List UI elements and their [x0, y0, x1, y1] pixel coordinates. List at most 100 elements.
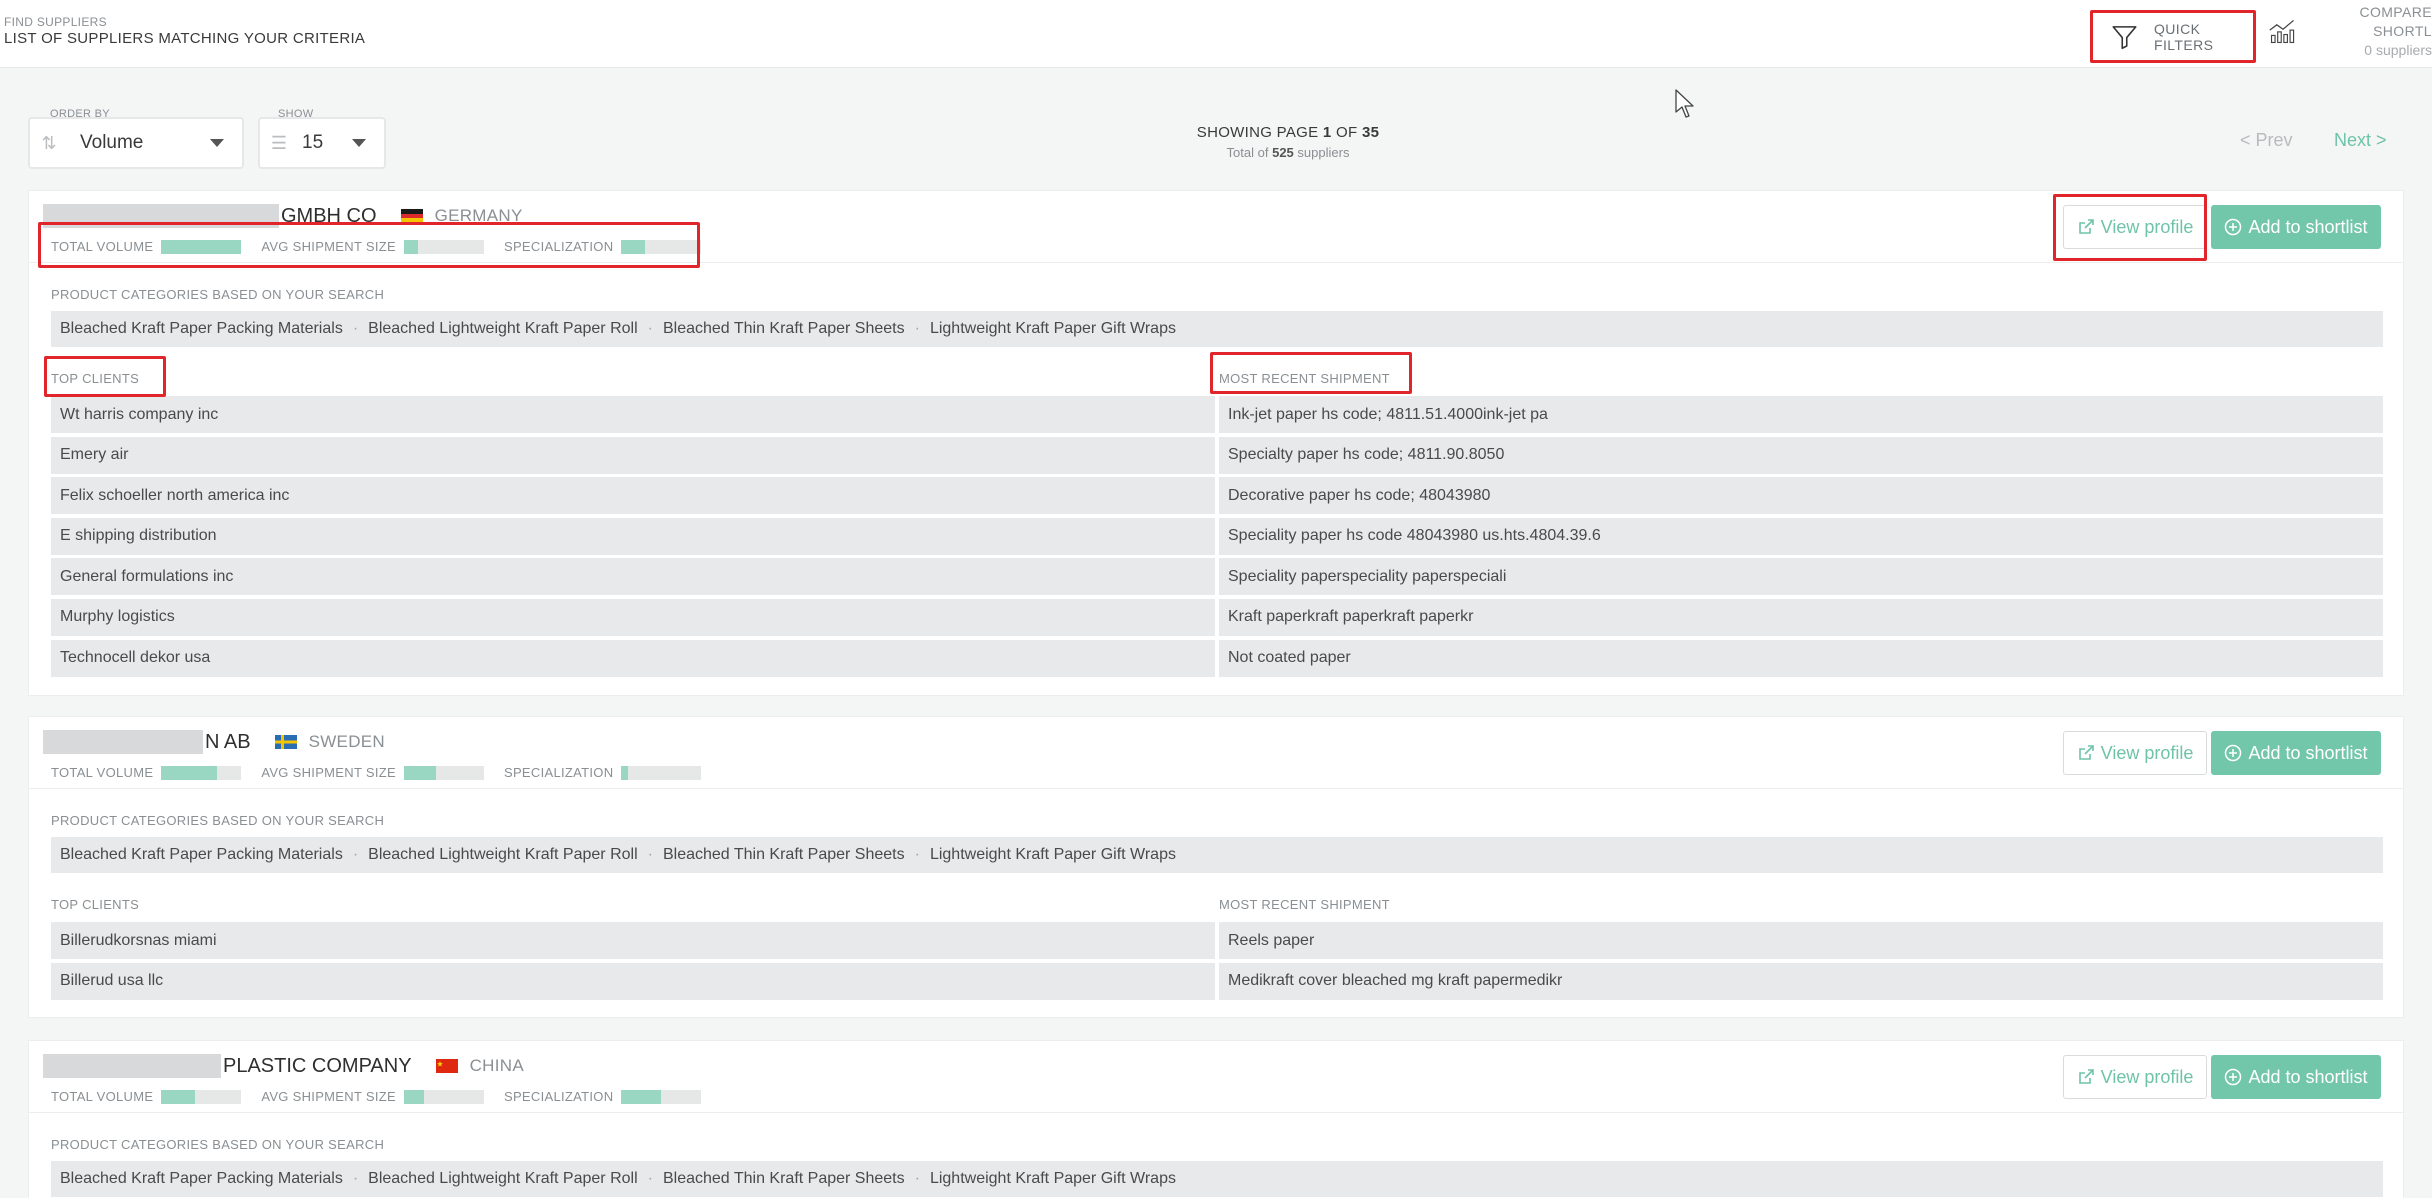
plus-circle-icon — [2225, 218, 2242, 236]
china-flag-icon — [435, 1059, 458, 1073]
category-item: Bleached Kraft Paper Packing Materials — [60, 320, 343, 337]
top-header: FIND SUPPLIERS LIST OF SUPPLIERS MATCHIN… — [0, 0, 2432, 68]
category-item: Bleached Lightweight Kraft Paper Roll — [368, 1170, 638, 1187]
supplier-card: N AB SWEDEN TOTAL VOLUME AVG SHIPMENT SI… — [28, 716, 2404, 1018]
table-row: Wt harris company inc — [51, 396, 1215, 433]
plus-circle-icon — [2225, 1068, 2242, 1086]
compare-shortlist-button[interactable]: COMPARE SHORTL 0 suppliers — [2268, 4, 2432, 58]
category-separator: · — [647, 1170, 653, 1187]
add-to-shortlist-button[interactable]: Add to shortlist — [2211, 205, 2381, 249]
plus-circle-icon — [2225, 744, 2242, 762]
avg-shipment-size-bar — [403, 1089, 484, 1104]
table-row: Not coated paper — [1219, 639, 2383, 677]
top-clients-list: Billerudkorsnas miami Billerud usa llc — [51, 922, 1215, 1003]
total-volume-label: TOTAL VOLUME — [51, 1089, 154, 1104]
redacted-name — [43, 730, 203, 754]
view-profile-button[interactable]: View profile — [2063, 731, 2207, 775]
top-clients-label: TOP CLIENTS — [51, 897, 140, 912]
product-categories: Bleached Kraft Paper Packing Materials · B… — [51, 311, 2383, 347]
quick-filters-label: QUICK FILTERS — [2154, 20, 2214, 53]
supplier-name[interactable]: N AB — [205, 731, 251, 754]
supplier-metrics: TOTAL VOLUME AVG SHIPMENT SIZE SPECIALIZ… — [51, 1089, 721, 1104]
category-separator: · — [647, 320, 653, 337]
supplier-country: CHINA — [469, 1056, 524, 1075]
compare-chart-icon — [2269, 19, 2295, 44]
external-link-icon — [2078, 745, 2094, 760]
quick-filters-button[interactable]: QUICK FILTERS — [2090, 10, 2256, 63]
table-row: Ink-jet paper hs code; 4811.51.4000ink-j… — [1219, 396, 2383, 433]
table-row: Reels paper — [1219, 922, 2383, 959]
category-separator: · — [914, 320, 920, 337]
supplier-card: PLASTIC COMPANY CHINA TOTAL VOLUME AVG S… — [28, 1040, 2404, 1198]
recent-shipment-highlight-box — [1210, 352, 1412, 394]
sweden-flag-icon — [274, 735, 297, 749]
mouse-cursor-icon — [1675, 89, 1694, 118]
category-separator: · — [352, 846, 359, 863]
table-row: General formulations inc — [51, 558, 1215, 596]
category-separator: · — [352, 1170, 359, 1187]
category-separator: · — [352, 320, 359, 337]
specialization-bar — [621, 1089, 702, 1104]
most-recent-shipment-label: MOST RECENT SHIPMENT — [1219, 897, 1390, 912]
table-row: Speciality paperspeciality paperspeciali — [1219, 558, 2383, 596]
category-item: Lightweight Kraft Paper Gift Wraps — [929, 320, 1176, 337]
category-item: Bleached Kraft Paper Packing Materials — [60, 846, 343, 863]
table-row: Emery air — [51, 436, 1215, 474]
recent-shipments-list: Reels paper Medikraft cover bleached mg k… — [1219, 922, 2383, 1003]
category-item: Bleached Thin Kraft Paper Sheets — [662, 846, 905, 863]
product-categories-label: PRODUCT CATEGORIES BASED ON YOUR SEARCH — [51, 1137, 385, 1152]
supplier-country: SWEDEN — [308, 732, 385, 751]
view-profile-button[interactable]: View profile — [2063, 1055, 2207, 1099]
add-to-shortlist-button[interactable]: Add to shortlist — [2211, 731, 2381, 775]
avg-shipment-size-label: AVG SHIPMENT SIZE — [261, 1089, 396, 1104]
supplier-name[interactable]: PLASTIC COMPANY — [223, 1055, 412, 1078]
top-clients-list: Wt harris company inc Emery air Felix scho… — [51, 396, 1215, 680]
add-to-shortlist-button[interactable]: Add to shortlist — [2211, 1055, 2381, 1099]
category-item: Bleached Lightweight Kraft Paper Roll — [368, 846, 638, 863]
total-volume-bar — [161, 1089, 242, 1104]
category-item: Lightweight Kraft Paper Gift Wraps — [929, 846, 1176, 863]
category-item: Bleached Kraft Paper Packing Materials — [60, 1170, 343, 1187]
external-link-icon — [2078, 1069, 2094, 1084]
product-categories: Bleached Kraft Paper Packing Materials · B… — [51, 1161, 2383, 1197]
specialization-bar — [621, 765, 702, 780]
supplier-metrics: TOTAL VOLUME AVG SHIPMENT SIZE SPECIALIZ… — [51, 765, 721, 780]
table-row: Kraft paperkraft paperkraft paperkr — [1219, 598, 2383, 636]
specialization-label: SPECIALIZATION — [503, 1089, 614, 1104]
product-categories-label: PRODUCT CATEGORIES BASED ON YOUR SEARCH — [51, 287, 385, 302]
table-row: Speciality paper hs code 48043980 us.hts… — [1219, 517, 2383, 555]
avg-shipment-size-label: AVG SHIPMENT SIZE — [261, 765, 396, 780]
metrics-highlight-box — [38, 222, 700, 268]
page-title: LIST OF SUPPLIERS MATCHING YOUR CRITERIA — [4, 30, 366, 47]
germany-flag-icon — [400, 209, 423, 223]
top-clients-highlight-box — [44, 356, 166, 397]
total-volume-label: TOTAL VOLUME — [51, 765, 154, 780]
specialization-label: SPECIALIZATION — [503, 765, 614, 780]
total-volume-bar — [161, 765, 242, 780]
category-separator: · — [914, 1170, 920, 1187]
compare-title: COMPARE SHORTL — [2359, 3, 2432, 39]
category-item: Bleached Thin Kraft Paper Sheets — [662, 1170, 905, 1187]
filter-icon — [2112, 25, 2137, 49]
breadcrumb[interactable]: FIND SUPPLIERS — [4, 15, 107, 29]
table-row: Specialty paper hs code; 4811.90.8050 — [1219, 436, 2383, 474]
prev-page-link[interactable]: < Prev — [2240, 130, 2293, 151]
paging-indicator: SHOWING PAGE 1 OF 35 — [1196, 124, 1380, 141]
table-row: Decorative paper hs code; 48043980 — [1219, 477, 2383, 515]
table-row: Technocell dekor usa — [51, 639, 1215, 677]
recent-shipments-list: Ink-jet paper hs code; 4811.51.4000ink-j… — [1219, 396, 2383, 680]
category-item: Lightweight Kraft Paper Gift Wraps — [929, 1170, 1176, 1187]
redacted-name — [43, 1054, 221, 1078]
total-suppliers: Total of 525 suppliers — [1226, 145, 1350, 160]
table-row: Billerudkorsnas miami — [51, 922, 1215, 959]
product-categories-label: PRODUCT CATEGORIES BASED ON YOUR SEARCH — [51, 813, 385, 828]
table-row: E shipping distribution — [51, 517, 1215, 555]
next-page-link[interactable]: Next > — [2334, 130, 2387, 151]
table-row: Billerud usa llc — [51, 962, 1215, 1000]
view-profile-highlight-box — [2053, 194, 2207, 261]
category-separator: · — [914, 846, 920, 863]
product-categories: Bleached Kraft Paper Packing Materials · B… — [51, 837, 2383, 873]
category-separator: · — [647, 846, 653, 863]
table-row: Murphy logistics — [51, 598, 1215, 636]
compare-count: 0 suppliers — [2364, 41, 2432, 58]
